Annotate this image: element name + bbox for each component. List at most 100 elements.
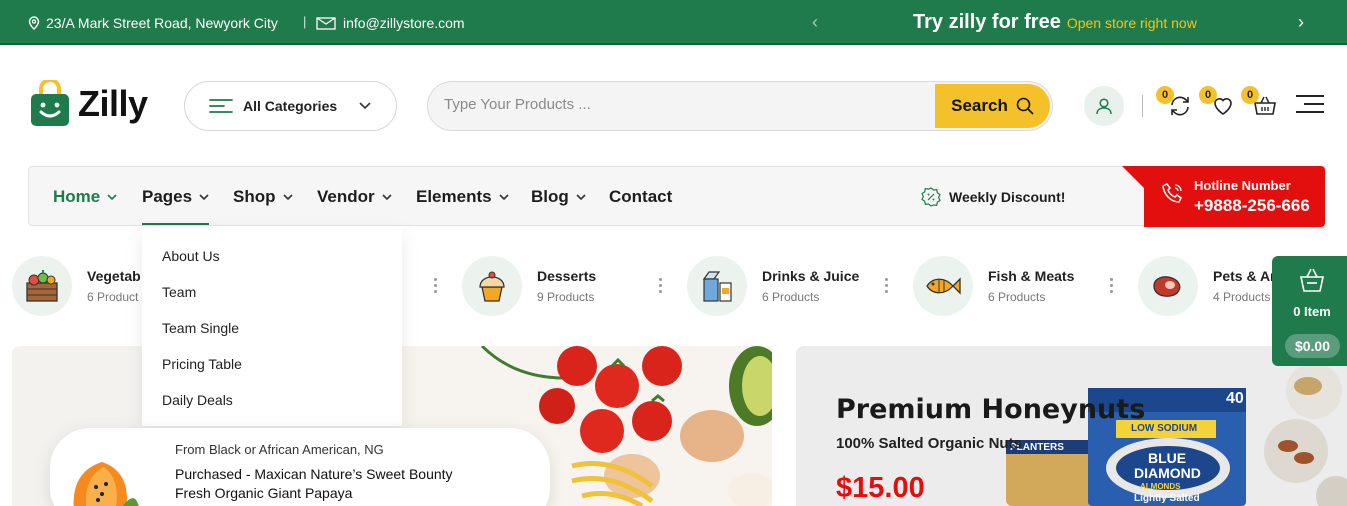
chevron-down-icon [199, 194, 209, 201]
category-count: 4 Products [1213, 290, 1271, 304]
package-almonds: ALMONDS [1140, 482, 1181, 491]
account-button[interactable] [1084, 86, 1124, 126]
location-icon [28, 16, 40, 30]
category-name: Drinks & Juice [762, 268, 860, 284]
recent-purchase-popup[interactable]: From Black or African American, NG Purch… [50, 428, 550, 506]
hamburger-icon[interactable] [1296, 95, 1324, 115]
purchase-text: Purchased - Maxican Nature’s Sweet Bount… [175, 466, 453, 482]
topbar-separator: | [303, 14, 307, 29]
nav-elements[interactable]: Elements [416, 187, 510, 207]
cupcake-icon [462, 256, 522, 316]
menu-item-pricing-table[interactable]: Pricing Table [142, 356, 402, 392]
banner-price: $15.00 [836, 472, 925, 504]
email-link[interactable]: info@zillystore.com [316, 15, 465, 31]
juice-carton-icon [687, 256, 747, 316]
package-brand-line2: DIAMOND [1134, 465, 1201, 481]
category-count: 6 Products [988, 290, 1046, 304]
hotline-label: Hotline Number [1194, 178, 1291, 193]
compare-count-badge: 0 [1156, 86, 1174, 104]
purchase-product: Fresh Organic Giant Papaya [175, 485, 353, 501]
nav-home[interactable]: Home [53, 187, 118, 207]
all-categories-dropdown[interactable]: All Categories [184, 81, 397, 131]
banner-subtitle: 100% Salted Organic Nuts [836, 435, 1022, 452]
search-bar: Search [427, 81, 1053, 131]
promo-message: Try zilly for free Open store right now [913, 11, 1197, 34]
category-name: Fish & Meats [988, 268, 1075, 284]
chevron-right-icon[interactable]: › [1298, 12, 1304, 33]
package-brand-line1: BLUE [1148, 450, 1187, 466]
purchase-location: From Black or African American, NG [175, 442, 384, 457]
category-vegetables[interactable]: Vegetab 6 Product [12, 256, 141, 316]
wishlist-count-badge: 0 [1199, 86, 1217, 104]
email-text: info@zillystore.com [343, 15, 465, 31]
category-fish-meats[interactable]: Fish & Meats 6 Products [913, 256, 1074, 316]
nav-contact[interactable]: Contact [609, 187, 672, 207]
pages-dropdown-menu: About Us Team Team Single Pricing Table … [142, 226, 402, 426]
category-drinks-juice[interactable]: Drinks & Juice 6 Products [687, 256, 859, 316]
mail-icon [316, 16, 336, 30]
chevron-down-icon [382, 194, 392, 201]
category-count: 6 Product [87, 290, 139, 304]
percent-badge-icon [921, 187, 941, 207]
search-icon [1016, 97, 1034, 115]
menu-item-team[interactable]: Team [142, 284, 402, 320]
nav-shop[interactable]: Shop [233, 187, 294, 207]
nav-blog-label: Blog [531, 187, 569, 206]
user-icon [1096, 98, 1112, 115]
search-button[interactable]: Search [935, 84, 1050, 128]
menu-item-about-us[interactable]: About Us [142, 248, 402, 284]
nav-blog[interactable]: Blog [531, 187, 587, 207]
nav-shop-label: Shop [233, 187, 276, 206]
nav-pages[interactable]: Pages [142, 187, 210, 207]
top-announcement-bar: 23/A Mark Street Road, Newyork City | in… [0, 0, 1347, 45]
chevron-left-icon[interactable]: ‹ [812, 12, 818, 33]
wishlist-button[interactable]: 0 [1199, 86, 1235, 118]
cart-button[interactable]: 0 [1241, 86, 1277, 118]
search-button-label: Search [951, 96, 1008, 115]
category-pets[interactable]: Pets & An 4 Products [1138, 256, 1279, 316]
nav-contact-label: Contact [609, 187, 673, 206]
basket-icon [1300, 268, 1324, 292]
chevron-down-icon [499, 194, 509, 201]
category-name: Desserts [537, 268, 597, 284]
shopping-bag-logo-icon [31, 80, 69, 126]
menu-item-daily-deals[interactable]: Daily Deals [142, 392, 402, 428]
banner-title: Premium Honeynuts [836, 394, 1146, 425]
hotline-number: +9888-256-666 [1194, 196, 1310, 215]
all-categories-label: All Categories [243, 98, 338, 114]
search-input[interactable] [444, 96, 924, 113]
category-desserts[interactable]: Desserts 9 Products [462, 256, 596, 316]
floating-cart-widget[interactable]: 0 Item $0.00 [1272, 256, 1347, 366]
category-divider [659, 278, 663, 296]
phone-icon [1162, 183, 1182, 203]
nav-pages-label: Pages [142, 187, 193, 206]
nav-vendor[interactable]: Vendor [317, 187, 393, 207]
chevron-down-icon [359, 102, 371, 110]
package-lightly-salted: Lightly Salted [1134, 493, 1200, 504]
promo-link[interactable]: Open store right now [1067, 15, 1197, 31]
compare-button[interactable]: 0 [1156, 86, 1192, 118]
address-text: 23/A Mark Street Road, Newyork City [46, 15, 278, 31]
category-name: Vegetab [87, 268, 141, 284]
category-count: 9 Products [537, 290, 595, 304]
category-divider [1110, 278, 1114, 296]
menu-item-team-single[interactable]: Team Single [142, 320, 402, 356]
chevron-down-icon [282, 194, 293, 201]
weekly-discount-link[interactable]: Weekly Discount! [921, 187, 1065, 207]
filter-lines-icon [209, 99, 233, 113]
nav-home-label: Home [53, 187, 101, 206]
chevron-down-icon [107, 194, 117, 201]
logo[interactable]: Zilly [28, 80, 148, 128]
category-divider [434, 278, 438, 296]
promo-banner-honeynuts[interactable]: 40 LOW SODIUM BLUE DIAMOND ALMONDS Light… [796, 346, 1347, 506]
category-name: Pets & An [1213, 268, 1279, 284]
chevron-down-icon [576, 194, 586, 201]
cart-total: $0.00 [1285, 334, 1340, 358]
hotline-box[interactable]: Hotline Number +9888-256-666 [1122, 166, 1325, 227]
promo-main: Try zilly for free [913, 11, 1061, 33]
weekly-discount-label: Weekly Discount! [949, 189, 1066, 205]
brand-name: Zilly [78, 83, 148, 124]
cart-item-count: 0 Item [1293, 304, 1331, 319]
vegetable-crate-icon [12, 256, 72, 316]
header-divider [1142, 95, 1143, 117]
